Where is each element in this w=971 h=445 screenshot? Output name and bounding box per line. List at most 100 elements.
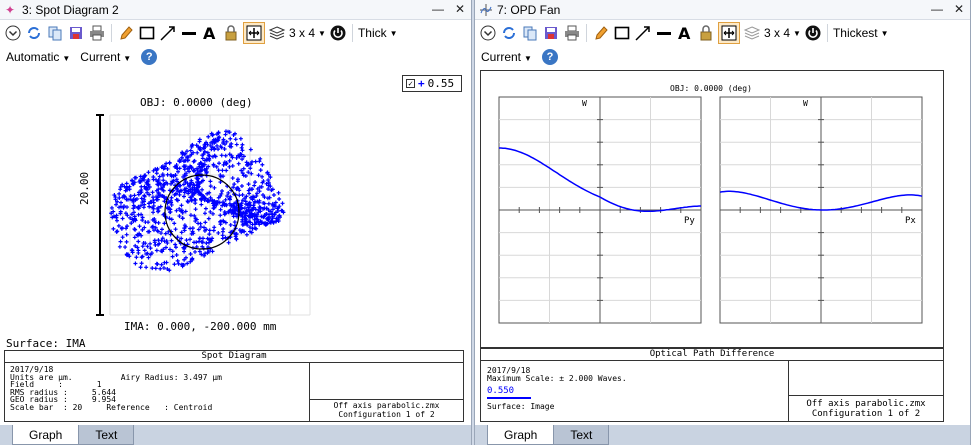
- footer-max-scale: Maximum Scale: ± 2.000 Waves.: [487, 374, 627, 383]
- spot-point: [164, 260, 169, 265]
- spot-point: [154, 261, 159, 266]
- spot-point: [159, 227, 164, 232]
- spot-point: [203, 220, 208, 225]
- spot-point: [116, 223, 121, 228]
- footer-info: 2017/9/18 Units are µm. Airy Radius: 3.49…: [5, 363, 310, 421]
- spot-point: [193, 249, 198, 254]
- spot-point: [132, 227, 137, 232]
- spot-point: [199, 202, 204, 207]
- spot-point: [228, 136, 233, 141]
- footer-file-area: Off axis parabolic.zmx Configuration 1 o…: [310, 363, 463, 421]
- spot-point: [150, 266, 155, 271]
- spot-info-footer: Spot Diagram 2017/9/18 Units are µm. Airy…: [4, 350, 464, 422]
- spot-diagram-window: ✦ 3: Spot Diagram 2 — ✕ A 3 x 4 ▼ Thick …: [0, 0, 472, 445]
- spot-point: [258, 156, 263, 161]
- spot-point: [124, 232, 129, 237]
- spot-point: [137, 224, 142, 229]
- spot-point: [153, 243, 158, 248]
- spot-point: [195, 150, 200, 155]
- spot-point: [258, 168, 263, 173]
- opd-tabs: Graph Text: [475, 425, 970, 445]
- py-label: Py: [684, 216, 695, 226]
- spot-point: [196, 227, 201, 232]
- spot-point: [180, 216, 185, 221]
- spot-point: [151, 210, 156, 215]
- spot-point: [208, 184, 213, 189]
- spot-point: [240, 192, 245, 197]
- spot-point: [156, 220, 161, 225]
- footer-wavelength: 0.550: [487, 386, 515, 396]
- spot-point: [161, 178, 166, 183]
- spot-point: [220, 168, 225, 173]
- spot-point: [217, 161, 222, 166]
- spot-point: [200, 156, 205, 161]
- spot-point: [115, 229, 120, 234]
- spot-point: [184, 238, 189, 243]
- footer-file: Off axis parabolic.zmx: [806, 399, 926, 409]
- spot-point: [111, 226, 116, 231]
- spot-point: [159, 262, 164, 267]
- footer-wavelength-line: [487, 397, 531, 399]
- spot-point: [277, 197, 282, 202]
- spot-point: [188, 148, 193, 153]
- tab-graph[interactable]: Graph: [487, 425, 555, 445]
- spot-point: [114, 218, 119, 223]
- spot-point: [204, 241, 209, 246]
- footer-file-box: Off axis parabolic.zmx Configuration 1 o…: [789, 395, 943, 421]
- spot-point: [133, 261, 138, 266]
- tab-text[interactable]: Text: [78, 425, 135, 445]
- spot-point: [190, 226, 195, 231]
- spot-point: [172, 262, 177, 267]
- spot-point: [153, 266, 158, 271]
- spot-point: [197, 137, 202, 142]
- spot-point: [179, 203, 184, 208]
- spot-point: [139, 261, 144, 266]
- spot-point: [158, 266, 163, 271]
- spot-point: [117, 244, 122, 249]
- spot-point: [221, 226, 226, 231]
- spot-point: [109, 205, 114, 210]
- spot-point: [233, 137, 238, 142]
- spot-point: [210, 249, 215, 254]
- footer-info: 2017/9/18 Maximum Scale: ± 2.000 Waves. …: [481, 361, 789, 421]
- w-label-px: W: [803, 99, 808, 108]
- footer-config: Configuration 1 of 2: [338, 410, 435, 419]
- spot-point: [280, 201, 285, 206]
- spot-point: [138, 265, 143, 270]
- spot-point: [271, 192, 276, 197]
- spot-point: [133, 227, 138, 232]
- spot-point: [193, 207, 198, 212]
- spot-point: [207, 232, 212, 237]
- spot-point: [234, 142, 239, 147]
- spot-point: [132, 193, 137, 198]
- spot-point: [130, 250, 135, 255]
- spot-point: [154, 248, 159, 253]
- spot-point: [240, 148, 245, 153]
- footer-file-box: Off axis parabolic.zmx Configuration 1 o…: [310, 399, 463, 421]
- spot-point: [114, 229, 119, 234]
- spot-point: [172, 221, 177, 226]
- surface-label: Surface: IMA: [6, 337, 86, 350]
- w-label-py: W: [582, 99, 587, 108]
- spot-point: [219, 153, 224, 158]
- spot-point: [270, 207, 275, 212]
- spot-point: [118, 239, 123, 244]
- spot-point: [230, 176, 235, 181]
- spot-point: [216, 230, 221, 235]
- footer-heading: Optical Path Difference: [481, 349, 943, 361]
- spot-point: [207, 228, 212, 233]
- spot-point: [117, 195, 122, 200]
- spot-point: [168, 209, 173, 214]
- tab-text[interactable]: Text: [553, 425, 610, 445]
- spot-point: [248, 147, 253, 152]
- spot-point: [142, 248, 147, 253]
- spot-point: [244, 232, 249, 237]
- spot-tabs: Graph Text: [0, 425, 471, 445]
- tab-graph[interactable]: Graph: [12, 425, 80, 445]
- spot-point: [124, 239, 129, 244]
- spot-point: [136, 250, 141, 255]
- spot-point: [124, 181, 129, 186]
- spot-point: [224, 168, 229, 173]
- spot-point: [248, 166, 253, 171]
- spot-point: [123, 245, 128, 250]
